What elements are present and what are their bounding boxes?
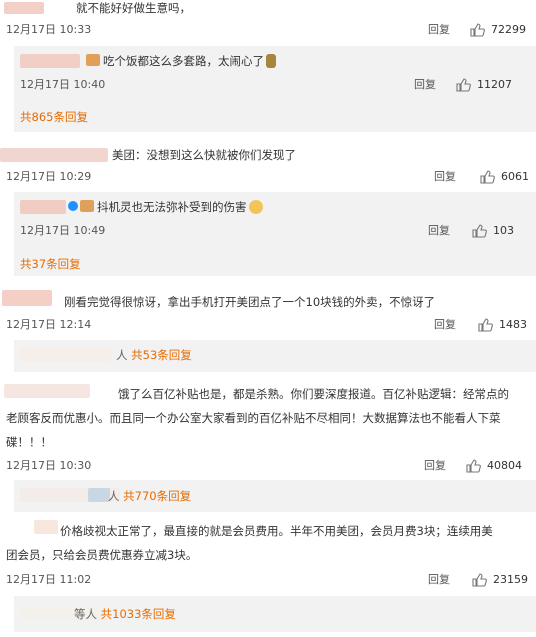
thumbs-up-icon xyxy=(472,573,487,587)
reply-button[interactable]: 回复 xyxy=(428,22,450,38)
like-count: 72299 xyxy=(491,23,526,36)
more-replies-link[interactable]: 共770条回复 xyxy=(123,489,191,503)
comment-text-line: 团会员，只给会员费优惠券立减3块。 xyxy=(6,548,198,562)
emoji-icon xyxy=(266,54,276,68)
comment-text: 美团：没想到这么快就被你们发现了 xyxy=(112,148,296,162)
like-count: 40804 xyxy=(487,459,522,472)
comment-time: 12月17日 10:30 xyxy=(6,459,92,472)
avatar-blurred xyxy=(0,148,108,162)
badge-icon xyxy=(80,200,94,212)
thumbs-up-icon xyxy=(480,170,495,184)
comment-time: 12月17日 10:33 xyxy=(6,23,92,36)
nested-reply-text: 吃个饭都这么多套路，太闹心了 xyxy=(86,53,276,69)
nested-reply-time: 12月17日 10:40 xyxy=(20,78,106,91)
thumbs-up-icon xyxy=(466,459,481,473)
more-replies-link[interactable]: 共1033条回复 xyxy=(101,607,176,621)
reply-button[interactable]: 回复 xyxy=(428,223,450,239)
like-button[interactable]: 103 xyxy=(472,223,514,239)
like-button[interactable]: 1483 xyxy=(478,317,527,333)
like-button[interactable]: 40804 xyxy=(466,458,522,474)
comment-text-line: 价格歧视太正常了，最直接的就是会员费用。半年不用美团，会员月费3块；连续用美 xyxy=(60,524,493,538)
like-count: 23159 xyxy=(493,573,528,586)
avatar-blurred xyxy=(2,290,52,306)
comment-time: 12月17日 12:14 xyxy=(6,318,92,331)
like-count: 1483 xyxy=(499,318,527,331)
nested-reply-text: 抖机灵也无法弥补受到的伤害 xyxy=(68,199,263,215)
avatar-blurred xyxy=(20,54,80,68)
comment-text: 刚看完觉得很惊讶，拿出手机打开美团点了一个10块钱的外卖，不惊讶了 xyxy=(64,295,436,309)
verified-icon xyxy=(86,54,100,66)
more-replies-link[interactable]: 共53条回复 xyxy=(131,348,192,362)
nested-reply-time: 12月17日 10:49 xyxy=(20,224,106,237)
like-button[interactable]: 72299 xyxy=(470,22,526,38)
more-replies-row: 人 共770条回复 xyxy=(108,489,192,503)
like-button[interactable]: 23159 xyxy=(472,572,528,588)
like-count: 103 xyxy=(493,224,514,237)
thumbs-up-icon xyxy=(472,224,487,238)
avatar-blurred xyxy=(4,384,90,398)
comment-text-line: 碟！！！ xyxy=(6,435,52,449)
more-replies-link[interactable]: 共865条回复 xyxy=(20,109,88,125)
avatar-blurred xyxy=(20,200,66,214)
avatar-blurred xyxy=(20,348,112,362)
comment-text: 就不能好好做生意吗， xyxy=(76,1,191,15)
verified-icon xyxy=(68,201,78,211)
like-count: 11207 xyxy=(477,78,512,91)
comment-text-line: 老顾客反而优惠小。而且同一个办公室大家看到的百亿补贴不尽相同！大数据算法也不能看… xyxy=(6,411,501,425)
avatar-blurred xyxy=(88,488,110,502)
thumbs-up-icon xyxy=(478,318,493,332)
reply-button[interactable]: 回复 xyxy=(414,77,436,93)
more-replies-row: 人 共53条回复 xyxy=(116,348,192,362)
reply-button[interactable]: 回复 xyxy=(434,317,456,333)
emoji-icon xyxy=(248,200,263,214)
thumbs-up-icon xyxy=(456,78,471,92)
avatar-blurred xyxy=(4,2,44,14)
comment-text-line: 饿了么百亿补贴也是，都是杀熟。你们要深度报道。百亿补贴逻辑：经常点的 xyxy=(118,387,509,401)
reply-button[interactable]: 回复 xyxy=(424,458,446,474)
like-button[interactable]: 6061 xyxy=(480,169,529,185)
reply-button[interactable]: 回复 xyxy=(434,169,456,185)
like-button[interactable]: 11207 xyxy=(456,77,512,93)
comment-time: 12月17日 10:29 xyxy=(6,170,92,183)
comment-time: 12月17日 11:02 xyxy=(6,573,92,586)
avatar-blurred xyxy=(34,520,58,534)
like-count: 6061 xyxy=(501,170,529,183)
more-replies-row: 等人 共1033条回复 xyxy=(74,607,176,621)
more-replies-link[interactable]: 共37条回复 xyxy=(20,256,81,272)
thumbs-up-icon xyxy=(470,23,485,37)
reply-button[interactable]: 回复 xyxy=(428,572,450,588)
